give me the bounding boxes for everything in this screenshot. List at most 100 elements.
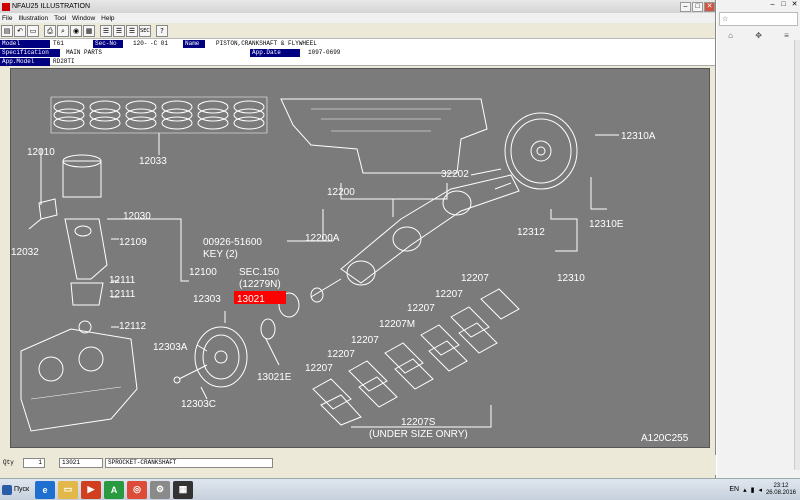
- close-button[interactable]: ✕: [704, 1, 715, 12]
- appmodel-value: RD28TI: [53, 58, 75, 65]
- secno-value: 120-: [133, 40, 148, 47]
- label-12207-6[interactable]: 12207: [305, 363, 333, 374]
- label-12207-1[interactable]: 12207: [461, 273, 489, 284]
- toolbar: ▤ ↶ ▭ ⎙ ⌕ ◉ ▦ ☰ ☰ ☰ SEC ?: [0, 23, 715, 39]
- label-12303a[interactable]: 12303A: [153, 342, 188, 353]
- parts-diagram: 12033 12010 12032 12030 12109 12100 1211…: [11, 96, 689, 444]
- start-label: Пуск: [14, 486, 30, 493]
- tray-arrow-icon[interactable]: ▴: [743, 486, 747, 494]
- label-12111-a[interactable]: 12111: [109, 275, 136, 286]
- volume-icon[interactable]: ◂: [758, 486, 762, 494]
- chrome-icon[interactable]: ◎: [127, 480, 147, 499]
- label-12111-b[interactable]: 12111: [109, 289, 136, 300]
- label-12033[interactable]: 12033: [139, 156, 167, 167]
- scrollbar[interactable]: [794, 40, 800, 470]
- label-12207-3[interactable]: 12207: [407, 303, 435, 314]
- print-icon[interactable]: ⎙: [44, 24, 56, 37]
- view-icon[interactable]: ◉: [70, 24, 82, 37]
- browser-close-button[interactable]: ✕: [789, 0, 800, 9]
- network-icon[interactable]: ▮: [751, 486, 755, 494]
- doc-icon[interactable]: ▭: [27, 24, 39, 37]
- list-icon[interactable]: ☰: [126, 24, 138, 37]
- folder-icon[interactable]: ▭: [58, 480, 78, 499]
- puzzle-icon[interactable]: ✥: [755, 31, 762, 40]
- label-13021e[interactable]: 13021E: [257, 372, 292, 383]
- label-12207-4[interactable]: 12207: [351, 335, 379, 346]
- info-panel: Model T61 Sec-No 120- -C 01 Name PISTON,…: [0, 39, 715, 66]
- label-12010[interactable]: 12010: [27, 147, 55, 158]
- menu-tool[interactable]: Tool: [54, 15, 66, 22]
- gear-icon[interactable]: ⚙: [150, 480, 170, 499]
- diagram-code: A120C255: [641, 433, 689, 444]
- book-icon[interactable]: ▤: [1, 24, 13, 37]
- list-icon[interactable]: ☰: [100, 24, 112, 37]
- label-12200[interactable]: 12200: [327, 187, 355, 198]
- search-icon[interactable]: ⌕: [57, 24, 69, 37]
- menu-window[interactable]: Window: [72, 15, 95, 22]
- clock[interactable]: 23:12 26.08.2016: [766, 483, 796, 497]
- label-12303[interactable]: 12303: [193, 294, 221, 305]
- label-00926[interactable]: 00926-51600: [203, 237, 262, 248]
- appmodel-label: App.Model: [0, 58, 50, 66]
- star-icon[interactable]: ☆: [722, 15, 728, 23]
- home-icon[interactable]: ⌂: [728, 31, 733, 40]
- label-12112[interactable]: 12112: [119, 321, 147, 332]
- label-13021[interactable]: 13021: [237, 294, 265, 305]
- taskbar: Пуск e ▭ ▶ A ◎ ⚙ ▦ EN ▴ ▮ ◂ 23:12 26.08.…: [0, 478, 800, 500]
- menu-help[interactable]: Help: [101, 15, 114, 22]
- language-indicator[interactable]: EN: [729, 486, 739, 493]
- label-12303c[interactable]: 12303C: [181, 399, 216, 410]
- start-button[interactable]: Пуск: [2, 481, 32, 499]
- media-icon[interactable]: ▶: [81, 480, 101, 499]
- browser-minimize-button[interactable]: –: [767, 0, 778, 9]
- list-icon[interactable]: ☰: [113, 24, 125, 37]
- qty-input[interactable]: 1: [23, 458, 45, 468]
- diagram-labels: 12033 12010 12032 12030 12109 12100 1211…: [11, 131, 689, 444]
- piston-rings-drawing: [50, 96, 268, 134]
- help-icon[interactable]: ?: [156, 24, 168, 37]
- system-tray: EN ▴ ▮ ◂ 23:12 26.08.2016: [729, 483, 800, 497]
- status-row: Qty 1 13021 SPROCKET-CRANKSHAFT: [0, 455, 716, 475]
- label-12310[interactable]: 12310: [557, 273, 585, 284]
- sec-button[interactable]: SEC: [139, 24, 151, 37]
- flywheel-drawing: [504, 112, 578, 190]
- label-12200a[interactable]: 12200A: [305, 233, 340, 244]
- app-a-icon[interactable]: A: [104, 480, 124, 499]
- app-window: NFAU25 ILLUSTRATION – □ ✕ File Illustrat…: [0, 0, 716, 478]
- label-12207s[interactable]: 12207S: [401, 417, 436, 428]
- menu-illustration[interactable]: Illustration: [18, 15, 48, 22]
- browser-maximize-button[interactable]: □: [778, 0, 789, 9]
- label-key: KEY (2): [203, 249, 238, 260]
- name-value: PISTON,CRANKSHAFT & FLYWHEEL: [216, 40, 317, 47]
- model-label: Model: [0, 40, 50, 48]
- cylinder-block-drawing: [280, 98, 488, 174]
- label-12310e[interactable]: 12310E: [589, 219, 624, 230]
- windows-icon: [2, 484, 12, 495]
- label-12030[interactable]: 12030: [123, 211, 151, 222]
- menu-file[interactable]: File: [2, 15, 12, 22]
- model-value: T61: [53, 40, 64, 47]
- spec-value: MAIN PARTS: [66, 49, 103, 56]
- label-12100[interactable]: 12100: [189, 267, 217, 278]
- label-12310a[interactable]: 12310A: [621, 131, 656, 142]
- label-12207m[interactable]: 12207M: [379, 319, 415, 330]
- label-32202[interactable]: 32202: [441, 169, 469, 180]
- address-bar[interactable]: ☆: [719, 12, 798, 26]
- label-12312[interactable]: 12312: [517, 227, 545, 238]
- minimize-button[interactable]: –: [680, 1, 691, 12]
- label-12032[interactable]: 12032: [11, 247, 39, 258]
- table-icon[interactable]: ▦: [83, 24, 95, 37]
- illustration-canvas[interactable]: 12033 12010 12032 12030 12109 12100 1211…: [10, 68, 710, 448]
- nfau-app-icon[interactable]: ▦: [173, 480, 193, 499]
- undo-icon[interactable]: ↶: [14, 24, 26, 37]
- menu-icon[interactable]: ≡: [784, 31, 789, 40]
- label-sec150-sub: (12279N): [239, 279, 281, 290]
- label-sec150[interactable]: SEC.150: [239, 267, 279, 278]
- ie-icon[interactable]: e: [35, 480, 55, 499]
- maximize-button[interactable]: □: [692, 1, 703, 12]
- label-12207-2[interactable]: 12207: [435, 289, 463, 300]
- qty-label: Qty: [3, 459, 14, 466]
- clock-date: 26.08.2016: [765, 489, 796, 496]
- label-12207-5[interactable]: 12207: [327, 349, 355, 360]
- label-12109[interactable]: 12109: [119, 237, 147, 248]
